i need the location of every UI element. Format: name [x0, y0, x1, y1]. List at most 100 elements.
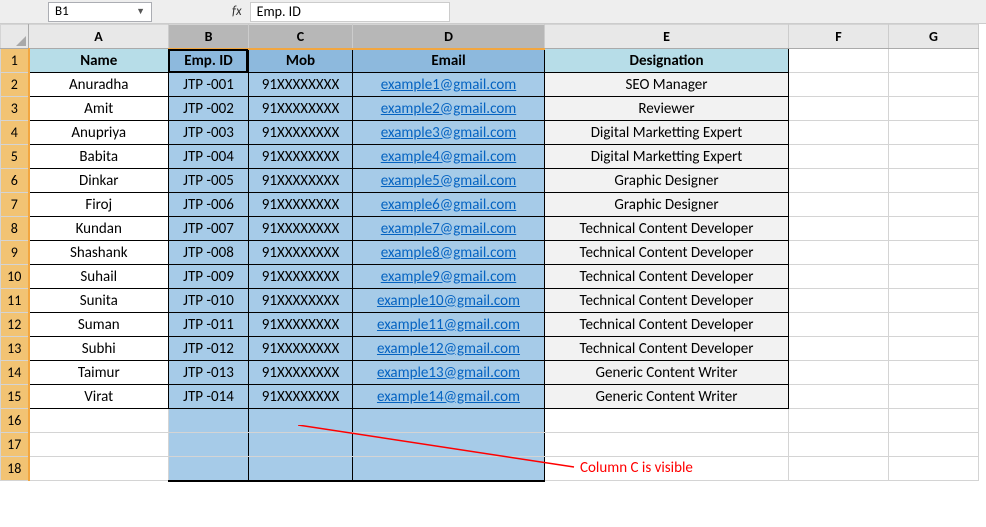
cell-emp[interactable]: JTP -012 — [169, 337, 249, 361]
cell-email[interactable]: example5@gmail.com — [353, 169, 545, 193]
cell[interactable] — [889, 73, 979, 97]
cell[interactable] — [889, 97, 979, 121]
cell[interactable] — [889, 337, 979, 361]
cell-emp[interactable]: JTP -007 — [169, 217, 249, 241]
col-head-B[interactable]: B — [169, 25, 249, 49]
col-head-G[interactable]: G — [889, 25, 979, 49]
cell-emp[interactable]: JTP -002 — [169, 97, 249, 121]
cell-mob[interactable]: 91XXXXXXXX — [249, 265, 353, 289]
formula-bar-input[interactable]: Emp. ID — [250, 2, 450, 22]
cell[interactable] — [889, 121, 979, 145]
cell-name[interactable]: Anupriya — [29, 121, 169, 145]
cell-email[interactable]: example7@gmail.com — [353, 217, 545, 241]
email-link[interactable]: example2@gmail.com — [381, 100, 516, 118]
cell[interactable] — [789, 169, 889, 193]
cell-mob[interactable]: 91XXXXXXXX — [249, 73, 353, 97]
cell-emp[interactable]: JTP -014 — [169, 385, 249, 409]
cell-email[interactable]: example3@gmail.com — [353, 121, 545, 145]
cell-name[interactable]: Shashank — [29, 241, 169, 265]
cell-email[interactable]: example13@gmail.com — [353, 361, 545, 385]
cell-mob[interactable]: 91XXXXXXXX — [249, 97, 353, 121]
cell-mob[interactable]: 91XXXXXXXX — [249, 313, 353, 337]
email-link[interactable]: example10@gmail.com — [377, 292, 520, 310]
row-head[interactable]: 11 — [1, 289, 29, 313]
cell[interactable] — [889, 217, 979, 241]
cell-desig[interactable]: Graphic Designer — [545, 169, 789, 193]
cell[interactable] — [249, 457, 353, 481]
email-link[interactable]: example1@gmail.com — [381, 76, 516, 94]
cell[interactable] — [789, 145, 889, 169]
header-emp[interactable]: Emp. ID — [169, 49, 249, 73]
cell-desig[interactable]: Generic Content Writer — [545, 361, 789, 385]
cell-mob[interactable]: 91XXXXXXXX — [249, 169, 353, 193]
cell-email[interactable]: example8@gmail.com — [353, 241, 545, 265]
cell-desig[interactable]: Generic Content Writer — [545, 385, 789, 409]
cell[interactable] — [889, 145, 979, 169]
row-head[interactable]: 10 — [1, 265, 29, 289]
chevron-down-icon[interactable]: ▼ — [136, 6, 145, 17]
row-head[interactable]: 5 — [1, 145, 29, 169]
cell-emp[interactable]: JTP -006 — [169, 193, 249, 217]
cell[interactable] — [789, 49, 889, 73]
cell-mob[interactable]: 91XXXXXXXX — [249, 361, 353, 385]
cell-name[interactable]: Firoj — [29, 193, 169, 217]
cell[interactable] — [789, 265, 889, 289]
header-mob[interactable]: Mob — [249, 49, 353, 73]
cell-desig[interactable]: Technical Content Developer — [545, 289, 789, 313]
email-link[interactable]: example14@gmail.com — [377, 388, 520, 406]
cell[interactable] — [889, 241, 979, 265]
cell[interactable] — [545, 433, 789, 457]
col-head-A[interactable]: A — [29, 25, 169, 49]
col-head-D[interactable]: D — [353, 25, 545, 49]
header-name[interactable]: Name — [29, 49, 169, 73]
cell[interactable] — [889, 265, 979, 289]
email-link[interactable]: example4@gmail.com — [381, 148, 516, 166]
cell-desig[interactable]: Technical Content Developer — [545, 313, 789, 337]
cell-mob[interactable]: 91XXXXXXXX — [249, 193, 353, 217]
cell[interactable] — [889, 169, 979, 193]
cell-email[interactable]: example6@gmail.com — [353, 193, 545, 217]
cell-emp[interactable]: JTP -010 — [169, 289, 249, 313]
cell[interactable] — [789, 73, 889, 97]
cell-mob[interactable]: 91XXXXXXXX — [249, 385, 353, 409]
cell-name[interactable]: Suhail — [29, 265, 169, 289]
fx-icon[interactable]: fx — [232, 4, 242, 19]
cell-emp[interactable]: JTP -001 — [169, 73, 249, 97]
cell[interactable] — [789, 97, 889, 121]
cell-name[interactable]: Sunita — [29, 289, 169, 313]
row-head[interactable]: 9 — [1, 241, 29, 265]
cell[interactable] — [249, 433, 353, 457]
cell-desig[interactable]: SEO Manager — [545, 73, 789, 97]
cell[interactable] — [545, 409, 789, 433]
row-head[interactable]: 6 — [1, 169, 29, 193]
cell-email[interactable]: example10@gmail.com — [353, 289, 545, 313]
cell-mob[interactable]: 91XXXXXXXX — [249, 145, 353, 169]
row-head[interactable]: 18 — [1, 457, 29, 481]
col-head-F[interactable]: F — [789, 25, 889, 49]
col-head-C[interactable]: C — [249, 25, 353, 49]
cell[interactable] — [889, 313, 979, 337]
cell[interactable] — [789, 457, 889, 481]
row-head[interactable]: 3 — [1, 97, 29, 121]
row-head[interactable]: 4 — [1, 121, 29, 145]
cell-email[interactable]: example12@gmail.com — [353, 337, 545, 361]
spreadsheet-grid[interactable]: A B C D E F G 1 Name Emp. ID Mob Email D… — [0, 24, 979, 482]
cell-desig[interactable]: Technical Content Developer — [545, 217, 789, 241]
cell[interactable] — [889, 457, 979, 481]
cell[interactable] — [789, 289, 889, 313]
cell-desig[interactable]: Digital Marketting Expert — [545, 121, 789, 145]
cell[interactable] — [353, 409, 545, 433]
email-link[interactable]: example7@gmail.com — [381, 220, 516, 238]
cell-desig[interactable]: Technical Content Developer — [545, 337, 789, 361]
cell[interactable] — [889, 409, 979, 433]
row-head[interactable]: 2 — [1, 73, 29, 97]
row-head[interactable]: 1 — [1, 49, 29, 73]
cell[interactable] — [789, 385, 889, 409]
cell[interactable] — [789, 241, 889, 265]
cell[interactable] — [789, 217, 889, 241]
cell-mob[interactable]: 91XXXXXXXX — [249, 121, 353, 145]
email-link[interactable]: example6@gmail.com — [381, 196, 516, 214]
cell[interactable] — [889, 193, 979, 217]
cell-name[interactable]: Subhi — [29, 337, 169, 361]
cell[interactable] — [169, 433, 249, 457]
